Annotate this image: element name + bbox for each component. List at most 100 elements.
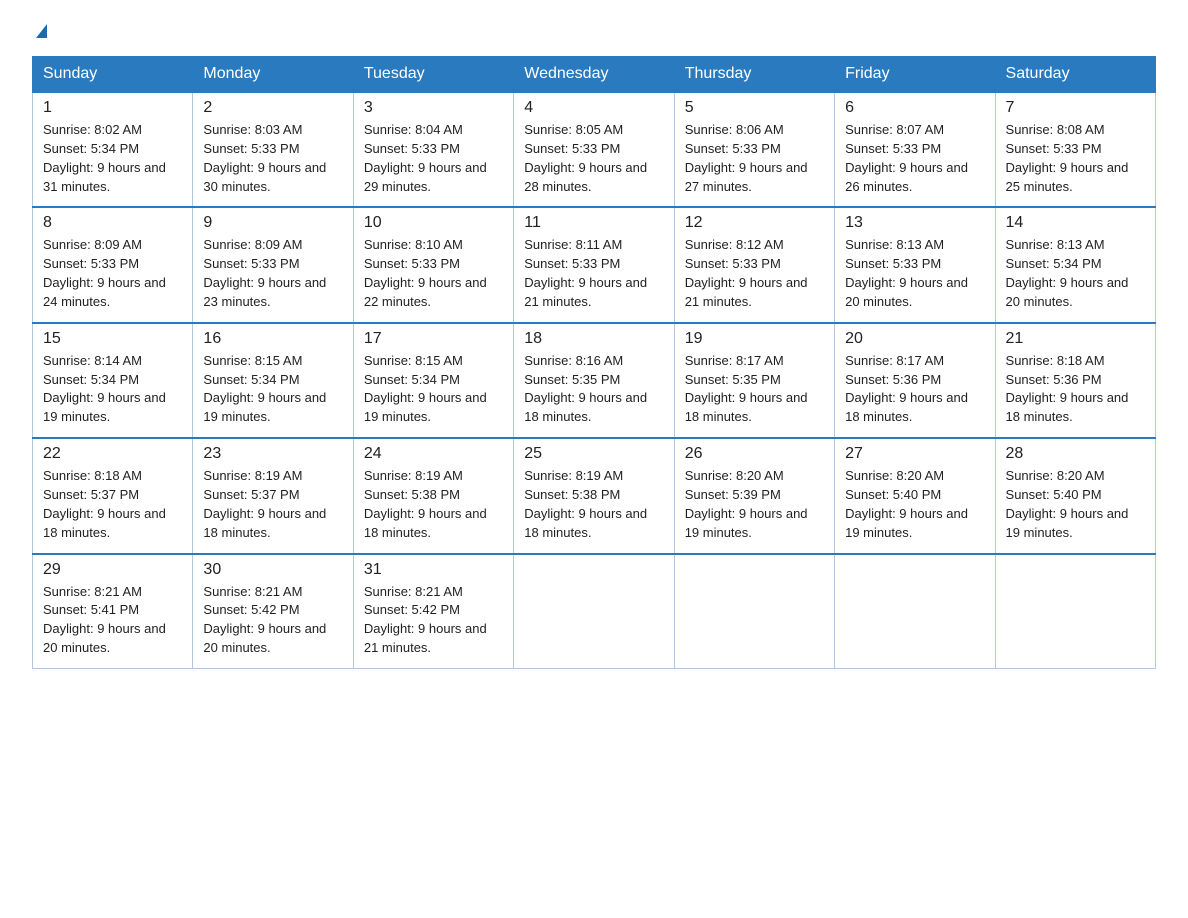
calendar-day-cell: 21 Sunrise: 8:18 AMSunset: 5:36 PMDaylig… (995, 323, 1155, 438)
day-number: 14 (1006, 214, 1145, 232)
day-info: Sunrise: 8:19 AMSunset: 5:38 PMDaylight:… (364, 467, 503, 542)
day-info: Sunrise: 8:04 AMSunset: 5:33 PMDaylight:… (364, 121, 503, 196)
day-number: 23 (203, 445, 342, 463)
day-number: 27 (845, 445, 984, 463)
day-info: Sunrise: 8:20 AMSunset: 5:39 PMDaylight:… (685, 467, 824, 542)
day-number: 26 (685, 445, 824, 463)
day-number: 30 (203, 561, 342, 579)
day-number: 21 (1006, 330, 1145, 348)
day-number: 17 (364, 330, 503, 348)
day-info: Sunrise: 8:20 AMSunset: 5:40 PMDaylight:… (1006, 467, 1145, 542)
day-number: 29 (43, 561, 182, 579)
day-number: 15 (43, 330, 182, 348)
day-info: Sunrise: 8:20 AMSunset: 5:40 PMDaylight:… (845, 467, 984, 542)
day-info: Sunrise: 8:10 AMSunset: 5:33 PMDaylight:… (364, 236, 503, 311)
calendar-week-row: 22 Sunrise: 8:18 AMSunset: 5:37 PMDaylig… (33, 438, 1156, 553)
day-info: Sunrise: 8:19 AMSunset: 5:37 PMDaylight:… (203, 467, 342, 542)
day-number: 6 (845, 99, 984, 117)
day-number: 7 (1006, 99, 1145, 117)
calendar-day-cell: 11 Sunrise: 8:11 AMSunset: 5:33 PMDaylig… (514, 207, 674, 322)
day-info: Sunrise: 8:12 AMSunset: 5:33 PMDaylight:… (685, 236, 824, 311)
calendar-day-cell: 14 Sunrise: 8:13 AMSunset: 5:34 PMDaylig… (995, 207, 1155, 322)
calendar-day-cell: 20 Sunrise: 8:17 AMSunset: 5:36 PMDaylig… (835, 323, 995, 438)
weekday-header-thursday: Thursday (674, 57, 834, 93)
calendar-day-cell: 22 Sunrise: 8:18 AMSunset: 5:37 PMDaylig… (33, 438, 193, 553)
calendar-day-cell: 31 Sunrise: 8:21 AMSunset: 5:42 PMDaylig… (353, 554, 513, 669)
calendar-day-cell: 25 Sunrise: 8:19 AMSunset: 5:38 PMDaylig… (514, 438, 674, 553)
day-number: 31 (364, 561, 503, 579)
day-info: Sunrise: 8:18 AMSunset: 5:36 PMDaylight:… (1006, 352, 1145, 427)
day-number: 28 (1006, 445, 1145, 463)
calendar-week-row: 1 Sunrise: 8:02 AMSunset: 5:34 PMDayligh… (33, 92, 1156, 207)
weekday-header-saturday: Saturday (995, 57, 1155, 93)
day-info: Sunrise: 8:15 AMSunset: 5:34 PMDaylight:… (364, 352, 503, 427)
day-number: 10 (364, 214, 503, 232)
calendar-week-row: 8 Sunrise: 8:09 AMSunset: 5:33 PMDayligh… (33, 207, 1156, 322)
calendar-day-cell: 12 Sunrise: 8:12 AMSunset: 5:33 PMDaylig… (674, 207, 834, 322)
calendar-day-cell: 29 Sunrise: 8:21 AMSunset: 5:41 PMDaylig… (33, 554, 193, 669)
weekday-header-row: SundayMondayTuesdayWednesdayThursdayFrid… (33, 57, 1156, 93)
day-info: Sunrise: 8:06 AMSunset: 5:33 PMDaylight:… (685, 121, 824, 196)
calendar-day-cell: 17 Sunrise: 8:15 AMSunset: 5:34 PMDaylig… (353, 323, 513, 438)
calendar-week-row: 29 Sunrise: 8:21 AMSunset: 5:41 PMDaylig… (33, 554, 1156, 669)
day-number: 22 (43, 445, 182, 463)
day-number: 18 (524, 330, 663, 348)
weekday-header-sunday: Sunday (33, 57, 193, 93)
calendar-day-cell: 1 Sunrise: 8:02 AMSunset: 5:34 PMDayligh… (33, 92, 193, 207)
day-number: 13 (845, 214, 984, 232)
calendar-day-cell: 19 Sunrise: 8:17 AMSunset: 5:35 PMDaylig… (674, 323, 834, 438)
day-number: 11 (524, 214, 663, 232)
day-number: 9 (203, 214, 342, 232)
calendar-day-cell: 18 Sunrise: 8:16 AMSunset: 5:35 PMDaylig… (514, 323, 674, 438)
day-info: Sunrise: 8:13 AMSunset: 5:34 PMDaylight:… (1006, 236, 1145, 311)
calendar-day-cell: 16 Sunrise: 8:15 AMSunset: 5:34 PMDaylig… (193, 323, 353, 438)
day-info: Sunrise: 8:18 AMSunset: 5:37 PMDaylight:… (43, 467, 182, 542)
calendar-day-cell: 6 Sunrise: 8:07 AMSunset: 5:33 PMDayligh… (835, 92, 995, 207)
page-header (32, 24, 1156, 38)
day-number: 24 (364, 445, 503, 463)
calendar-day-cell: 5 Sunrise: 8:06 AMSunset: 5:33 PMDayligh… (674, 92, 834, 207)
weekday-header-wednesday: Wednesday (514, 57, 674, 93)
calendar-day-cell: 4 Sunrise: 8:05 AMSunset: 5:33 PMDayligh… (514, 92, 674, 207)
calendar-day-cell: 8 Sunrise: 8:09 AMSunset: 5:33 PMDayligh… (33, 207, 193, 322)
day-info: Sunrise: 8:17 AMSunset: 5:35 PMDaylight:… (685, 352, 824, 427)
day-number: 25 (524, 445, 663, 463)
calendar-week-row: 15 Sunrise: 8:14 AMSunset: 5:34 PMDaylig… (33, 323, 1156, 438)
calendar-day-cell: 7 Sunrise: 8:08 AMSunset: 5:33 PMDayligh… (995, 92, 1155, 207)
day-info: Sunrise: 8:05 AMSunset: 5:33 PMDaylight:… (524, 121, 663, 196)
day-info: Sunrise: 8:16 AMSunset: 5:35 PMDaylight:… (524, 352, 663, 427)
day-info: Sunrise: 8:21 AMSunset: 5:42 PMDaylight:… (364, 583, 503, 658)
weekday-header-tuesday: Tuesday (353, 57, 513, 93)
day-number: 5 (685, 99, 824, 117)
day-number: 16 (203, 330, 342, 348)
calendar-table: SundayMondayTuesdayWednesdayThursdayFrid… (32, 56, 1156, 669)
logo (32, 24, 47, 38)
calendar-day-cell: 24 Sunrise: 8:19 AMSunset: 5:38 PMDaylig… (353, 438, 513, 553)
day-number: 12 (685, 214, 824, 232)
calendar-day-cell: 13 Sunrise: 8:13 AMSunset: 5:33 PMDaylig… (835, 207, 995, 322)
day-info: Sunrise: 8:19 AMSunset: 5:38 PMDaylight:… (524, 467, 663, 542)
calendar-day-cell (835, 554, 995, 669)
day-info: Sunrise: 8:07 AMSunset: 5:33 PMDaylight:… (845, 121, 984, 196)
weekday-header-friday: Friday (835, 57, 995, 93)
calendar-day-cell: 9 Sunrise: 8:09 AMSunset: 5:33 PMDayligh… (193, 207, 353, 322)
day-number: 2 (203, 99, 342, 117)
day-info: Sunrise: 8:17 AMSunset: 5:36 PMDaylight:… (845, 352, 984, 427)
day-number: 20 (845, 330, 984, 348)
day-info: Sunrise: 8:21 AMSunset: 5:41 PMDaylight:… (43, 583, 182, 658)
day-info: Sunrise: 8:14 AMSunset: 5:34 PMDaylight:… (43, 352, 182, 427)
calendar-day-cell: 15 Sunrise: 8:14 AMSunset: 5:34 PMDaylig… (33, 323, 193, 438)
day-info: Sunrise: 8:09 AMSunset: 5:33 PMDaylight:… (43, 236, 182, 311)
day-number: 1 (43, 99, 182, 117)
day-info: Sunrise: 8:03 AMSunset: 5:33 PMDaylight:… (203, 121, 342, 196)
day-info: Sunrise: 8:11 AMSunset: 5:33 PMDaylight:… (524, 236, 663, 311)
calendar-day-cell: 23 Sunrise: 8:19 AMSunset: 5:37 PMDaylig… (193, 438, 353, 553)
day-number: 19 (685, 330, 824, 348)
calendar-day-cell (995, 554, 1155, 669)
day-info: Sunrise: 8:21 AMSunset: 5:42 PMDaylight:… (203, 583, 342, 658)
calendar-day-cell: 26 Sunrise: 8:20 AMSunset: 5:39 PMDaylig… (674, 438, 834, 553)
day-number: 4 (524, 99, 663, 117)
day-info: Sunrise: 8:15 AMSunset: 5:34 PMDaylight:… (203, 352, 342, 427)
calendar-day-cell: 30 Sunrise: 8:21 AMSunset: 5:42 PMDaylig… (193, 554, 353, 669)
day-number: 3 (364, 99, 503, 117)
